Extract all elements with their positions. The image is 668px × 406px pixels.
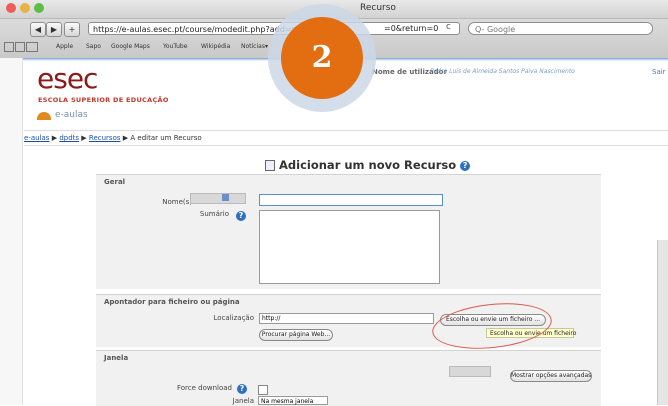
show-advanced-button[interactable]: Mostrar opções avançadas xyxy=(510,370,592,382)
section-title-janela: Janela xyxy=(104,354,129,362)
site-logo[interactable]: esec xyxy=(37,62,98,95)
help-icon[interactable]: ? xyxy=(460,160,471,171)
divider xyxy=(24,145,668,146)
minimize-window-button[interactable] xyxy=(20,3,30,13)
window-select[interactable]: Na mesma janela xyxy=(258,396,328,405)
summary-textarea[interactable] xyxy=(259,210,440,284)
breadcrumb-separator: ▶ xyxy=(81,134,87,142)
bookmark-wikipedia[interactable]: Wikipédia xyxy=(201,43,230,50)
forward-icon: ▶ xyxy=(50,25,58,34)
search-web-button[interactable]: Procurar página Web... xyxy=(259,329,333,341)
bookmark-apple[interactable]: Apple xyxy=(56,43,73,50)
site-name: e-aulas xyxy=(55,110,88,120)
bookmark-noticias[interactable]: Notícias▾ xyxy=(241,43,268,50)
breadcrumb-dpdts[interactable]: dpdts xyxy=(59,134,79,142)
logo-subtitle: ESCOLA SUPERIOR DE EDUCAÇÃO xyxy=(38,96,169,104)
name-label: Nome(s) xyxy=(162,198,192,206)
new-tab-button[interactable]: + xyxy=(64,22,80,37)
section-title-apontador: Apontador para ficheiro ou página xyxy=(104,298,240,306)
logout-link[interactable]: Sair xyxy=(652,68,666,76)
language-icon xyxy=(222,194,229,201)
force-download-label: Force download xyxy=(176,384,232,392)
bookmark-google-maps[interactable]: Google Maps xyxy=(111,43,150,50)
search-input[interactable]: Q- Google xyxy=(468,22,653,35)
bookmark-sapo[interactable]: Sapo xyxy=(86,43,101,50)
user-name-link[interactable]: Pedro Luís de Almeida Santos Paiva Nasci… xyxy=(430,68,575,75)
forward-button[interactable]: ▶ xyxy=(46,22,62,37)
window-label: Janela xyxy=(232,397,254,405)
bookmarks-icon[interactable] xyxy=(4,42,14,52)
plus-icon: + xyxy=(68,25,76,34)
zoom-window-button[interactable] xyxy=(34,3,44,13)
divider xyxy=(24,130,668,131)
left-margin xyxy=(0,58,23,405)
breadcrumb-recursos[interactable]: Recursos xyxy=(89,134,121,142)
window-select-value: Na mesma janela xyxy=(261,398,314,405)
location-label: Localização xyxy=(213,314,254,322)
summary-label: Sumário xyxy=(199,210,229,218)
step-badge: 2 xyxy=(281,17,363,99)
breadcrumb-e-aulas[interactable]: e-aulas xyxy=(24,134,49,142)
page-title-text: Adicionar um novo Recurso xyxy=(279,158,457,172)
page-title: Adicionar um novo Recurso ? xyxy=(265,158,471,172)
breadcrumb-current: A editar um Recurso xyxy=(130,134,202,142)
section-title-geral: Geral xyxy=(104,178,126,186)
advanced-toggle-area[interactable] xyxy=(449,366,491,377)
grid-icon[interactable] xyxy=(26,42,38,52)
location-input[interactable]: http:// xyxy=(259,313,434,324)
breadcrumb-separator: ▶ xyxy=(122,134,129,142)
scrollbar[interactable] xyxy=(657,240,668,405)
help-icon[interactable]: ? xyxy=(237,384,247,394)
resource-icon xyxy=(265,160,275,171)
force-download-checkbox[interactable] xyxy=(258,385,268,395)
help-icon[interactable]: ? xyxy=(236,211,246,221)
e-aulas-icon xyxy=(37,112,51,120)
back-button[interactable]: ◀ xyxy=(30,22,46,37)
top-sites-icon[interactable] xyxy=(15,42,25,52)
breadcrumb-separator: ▶ xyxy=(51,134,58,142)
breadcrumb: e-aulas ▶ dpdts ▶ Recursos ▶ A editar um… xyxy=(24,134,202,142)
reload-icon[interactable]: c xyxy=(446,22,451,32)
close-window-button[interactable] xyxy=(6,3,16,13)
url-tail-text: =0&return=0 xyxy=(384,24,439,33)
bookmark-youtube[interactable]: YouTube xyxy=(163,43,187,50)
language-selector[interactable] xyxy=(190,193,246,204)
name-input[interactable] xyxy=(259,194,443,206)
window-title: Recurso xyxy=(360,3,396,13)
back-icon: ◀ xyxy=(34,25,42,34)
